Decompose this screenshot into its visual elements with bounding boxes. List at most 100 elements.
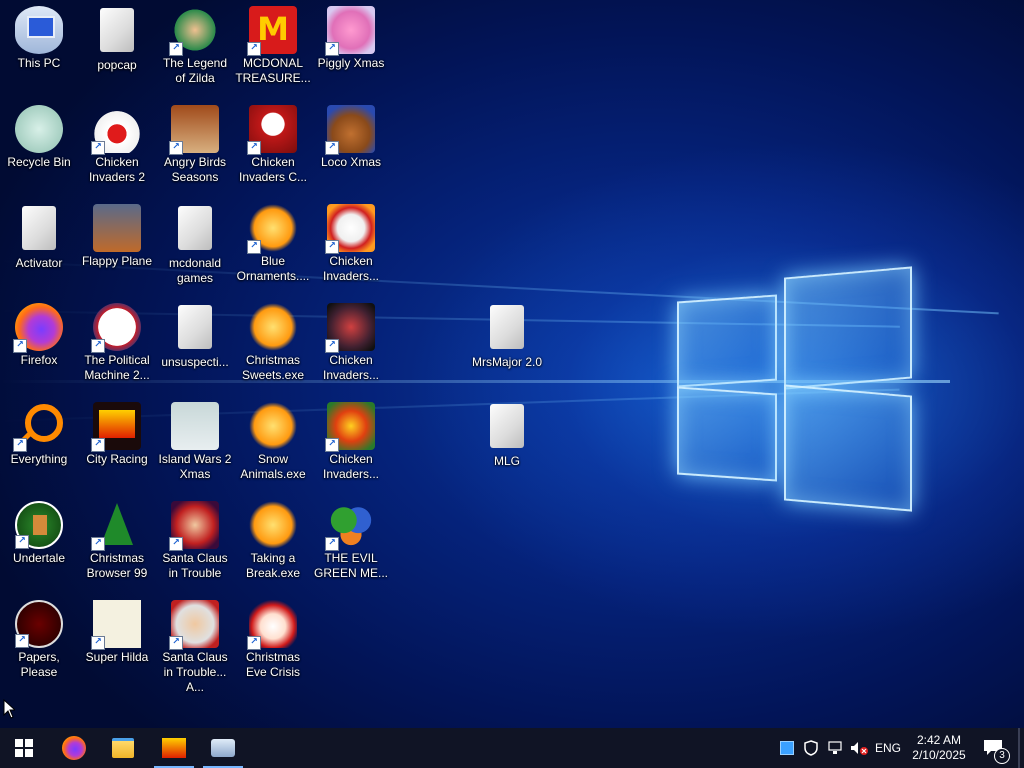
language-indicator[interactable]: ENG — [872, 728, 904, 768]
city-racer-icon — [162, 738, 186, 758]
desktop-icon-unsuspecti[interactable]: unsuspecti... — [156, 297, 234, 395]
santa-icon: ↗ — [169, 501, 219, 551]
shortcut-arrow-icon: ↗ — [91, 636, 105, 650]
mouse-cursor-icon — [3, 699, 15, 719]
desktop-icon-recycle-bin[interactable]: Recycle Bin — [0, 99, 78, 197]
desktop-icon-activator[interactable]: Activator — [0, 198, 78, 296]
pixel-dog-icon: ↗ — [91, 600, 141, 650]
shortcut-arrow-icon: ↗ — [15, 535, 29, 549]
city-racer-icon: ↗ — [91, 402, 141, 452]
action-center-button[interactable]: 3 — [976, 728, 1010, 768]
shortcut-arrow-icon: ↗ — [91, 339, 105, 353]
desktop-icon-firefox[interactable]: ↗ Firefox — [0, 297, 78, 395]
taskbar-file-explorer[interactable] — [99, 728, 147, 768]
window-pane — [677, 294, 777, 388]
pig-icon: ↗ — [325, 6, 375, 56]
firefox-icon — [62, 736, 86, 760]
desktop-icon-political-machine[interactable]: ↗ The Political Machine 2... — [78, 297, 156, 395]
taskbar: ENG 2:42 AM 2/10/2025 3 — [0, 728, 1024, 768]
shortcut-arrow-icon: ↗ — [13, 339, 27, 353]
desktop-icon-island-wars[interactable]: Island Wars 2 Xmas — [156, 396, 234, 494]
tray-security-icon[interactable] — [800, 728, 822, 768]
teddy-bear-icon: ↗ — [325, 105, 375, 155]
desktop-icon-super-hilda[interactable]: ↗ Super Hilda — [78, 594, 156, 692]
desktop-icon-santa-claus-trouble-2[interactable]: ↗ Santa Claus in Trouble... A... — [156, 594, 234, 694]
shortcut-arrow-icon: ↗ — [169, 141, 183, 155]
desktop-icon-mlg[interactable]: MLG — [468, 396, 546, 494]
desktop-icon-christmas-sweets[interactable]: Christmas Sweets.exe — [234, 297, 312, 395]
desktop-icon-chicken-invaders-4[interactable]: ↗ Chicken Invaders... — [312, 297, 390, 395]
shortcut-arrow-icon: ↗ — [325, 42, 339, 56]
shortcut-arrow-icon: ↗ — [13, 438, 27, 452]
network-icon[interactable] — [824, 728, 846, 768]
desktop-icon-chicken-invaders-5[interactable]: ↗ Chicken Invaders... — [312, 396, 390, 494]
volume-muted-icon[interactable] — [848, 728, 870, 768]
folder-icon — [112, 738, 134, 758]
taskbar-control-panel[interactable] — [199, 728, 247, 768]
clock[interactable]: 2:42 AM 2/10/2025 — [906, 728, 972, 768]
shortcut-arrow-icon: ↗ — [91, 141, 105, 155]
notification-count-badge: 3 — [994, 748, 1010, 764]
desktop-icon-mcdonal-treasure[interactable]: M ↗ MCDONAL TREASURE... — [234, 0, 312, 98]
papers-please-icon: ↗ — [15, 600, 63, 648]
shortcut-arrow-icon: ↗ — [247, 141, 261, 155]
desktop-icon-evil-green-messenger[interactable]: ↗ THE EVIL GREEN ME... — [312, 495, 390, 593]
political-machine-icon: ↗ — [91, 303, 141, 353]
tray-app-icon[interactable] — [778, 728, 796, 768]
computer-icon — [15, 6, 63, 54]
desktop-icon-everything[interactable]: ↗ Everything — [0, 396, 78, 494]
desktop-icon-christmas-browser[interactable]: ↗ Christmas Browser 99 — [78, 495, 156, 593]
folder-icon — [483, 404, 531, 452]
window-pane — [677, 386, 777, 482]
game-icon — [93, 204, 141, 252]
mcdonalds-icon: M ↗ — [247, 6, 297, 56]
desktop-icon-christmas-eve-crisis[interactable]: ↗ Christmas Eve Crisis — [234, 594, 312, 692]
computer-icon — [211, 739, 235, 757]
messenger-icon: ↗ — [325, 501, 375, 551]
file-icon — [15, 206, 63, 254]
desktop-icon-flappy-plane[interactable]: Flappy Plane — [78, 198, 156, 296]
taskbar-firefox[interactable] — [50, 728, 98, 768]
star-puzzle-icon — [249, 501, 297, 549]
desktop-icon-city-racing[interactable]: ↗ City Racing — [78, 396, 156, 494]
santa-icon: ↗ — [169, 600, 219, 650]
desktop-icon-blue-ornaments[interactable]: ↗ Blue Ornaments.... — [234, 198, 312, 296]
desktop-icon-mcdonald-games[interactable]: mcdonald games — [156, 198, 234, 296]
zilda-icon: ↗ — [169, 6, 219, 56]
firefox-icon: ↗ — [13, 303, 63, 353]
snowman-icon: ↗ — [247, 105, 297, 155]
shortcut-arrow-icon: ↗ — [247, 240, 261, 254]
shortcut-arrow-icon: ↗ — [91, 438, 105, 452]
clock-time: 2:42 AM — [916, 733, 962, 747]
star-puzzle-icon: ↗ — [247, 204, 297, 254]
chicken-icon: ↗ — [325, 303, 375, 353]
desktop-icon-chicken-invaders-3[interactable]: ↗ Chicken Invaders... — [312, 198, 390, 296]
desktop-icon-this-pc[interactable]: This PC — [0, 0, 78, 98]
folder-icon — [171, 206, 219, 254]
desktop-icon-angry-birds-seasons[interactable]: ↗ Angry Birds Seasons — [156, 99, 234, 197]
desktop-icon-undertale[interactable]: ↗ Undertale — [0, 495, 78, 593]
shortcut-arrow-icon: ↗ — [325, 438, 339, 452]
shortcut-arrow-icon: ↗ — [169, 42, 183, 56]
folder-icon — [93, 8, 141, 56]
start-button[interactable] — [0, 728, 48, 768]
santa-face-icon: ↗ — [247, 600, 297, 650]
desktop-icon-legend-of-zilda[interactable]: ↗ The Legend of Zilda — [156, 0, 234, 98]
desktop-icon-chicken-invaders-2[interactable]: ↗ Chicken Invaders 2 — [78, 99, 156, 197]
taskbar-city-racing[interactable] — [150, 728, 198, 768]
window-pane — [784, 384, 912, 512]
show-desktop-button[interactable] — [1018, 728, 1020, 768]
desktop-icon-chicken-invaders-c[interactable]: ↗ Chicken Invaders C... — [234, 99, 312, 197]
shortcut-arrow-icon: ↗ — [325, 240, 339, 254]
desktop-icon-snow-animals[interactable]: Snow Animals.exe — [234, 396, 312, 494]
desktop-icon-loco-xmas[interactable]: ↗ Loco Xmas — [312, 99, 390, 197]
desktop-icon-mrsmajor[interactable]: MrsMajor 2.0 — [468, 297, 546, 395]
desktop-icon-papers-please[interactable]: ↗ Papers, Please — [0, 594, 78, 692]
chicken-icon: ↗ — [91, 105, 141, 155]
shortcut-arrow-icon: ↗ — [247, 636, 261, 650]
desktop-icon-taking-a-break[interactable]: Taking a Break.exe — [234, 495, 312, 593]
desktop-icon-piggly-xmas[interactable]: ↗ Piggly Xmas — [312, 0, 390, 98]
shortcut-arrow-icon: ↗ — [91, 537, 105, 551]
desktop-icon-santa-claus-trouble[interactable]: ↗ Santa Claus in Trouble — [156, 495, 234, 593]
desktop-icon-popcap[interactable]: popcap — [78, 0, 156, 98]
